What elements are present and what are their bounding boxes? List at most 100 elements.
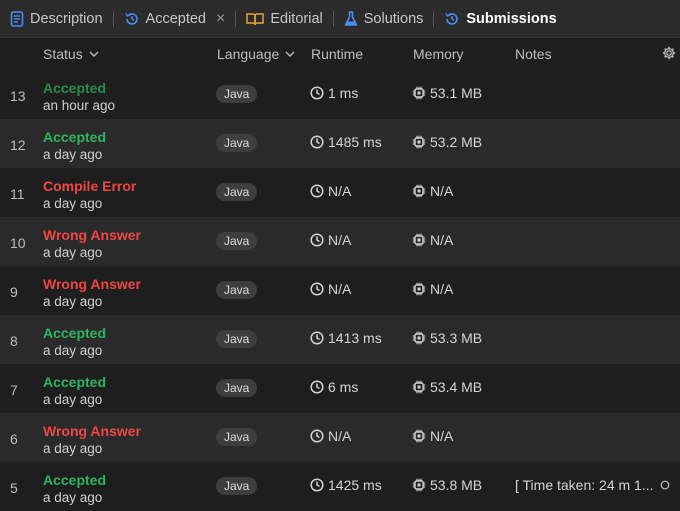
runtime-value: N/A [328, 428, 352, 444]
chevron-down-icon [285, 51, 295, 57]
tab-editorial[interactable]: Editorial [246, 0, 323, 37]
status-link[interactable]: Wrong Answer [43, 276, 141, 292]
runtime-cell: 6 ms [310, 379, 358, 395]
runtime-header-label: Runtime [311, 46, 364, 62]
submission-number: 13 [10, 88, 26, 104]
clock-icon [310, 135, 324, 149]
submission-time: a day ago [43, 196, 103, 211]
submission-time: a day ago [43, 490, 103, 505]
tab-accepted[interactable]: Accepted × [124, 0, 225, 37]
close-icon[interactable]: × [216, 10, 225, 28]
chip-icon [412, 282, 426, 296]
memory-value: N/A [430, 183, 454, 199]
runtime-cell: N/A [310, 281, 351, 297]
memory-cell: N/A [412, 183, 453, 199]
memory-cell: 53.1 MB [412, 85, 482, 101]
runtime-cell: 1425 ms [310, 477, 382, 493]
table-header: Status Language Runtime Memory Notes [0, 38, 680, 70]
status-link[interactable]: Accepted [43, 80, 106, 96]
chip-icon [412, 135, 426, 149]
gear-icon [662, 46, 676, 60]
status-column-header[interactable]: Status [43, 38, 99, 70]
runtime-cell: 1413 ms [310, 330, 382, 346]
clock-icon [310, 86, 324, 100]
tab-submissions[interactable]: Submissions [444, 0, 557, 37]
tab-submissions-label: Submissions [466, 10, 557, 27]
runtime-value: N/A [328, 232, 352, 248]
submission-number: 6 [10, 431, 18, 447]
language-column-header[interactable]: Language [217, 38, 295, 70]
status-link[interactable]: Accepted [43, 325, 106, 341]
chip-icon [412, 429, 426, 443]
language-badge: Java [216, 330, 258, 348]
submission-time: a day ago [43, 245, 103, 260]
chip-icon [412, 184, 426, 198]
status-link[interactable]: Wrong Answer [43, 227, 141, 243]
language-badge: Java [216, 477, 258, 495]
table-row[interactable]: 5 Accepted a day ago Java 1425 ms 53.8 M… [0, 462, 680, 511]
memory-value: 53.3 MB [430, 330, 483, 346]
status-link[interactable]: Compile Error [43, 178, 136, 194]
notes-column-header: Notes [515, 38, 552, 70]
status-link[interactable]: Accepted [43, 129, 106, 145]
runtime-cell: N/A [310, 232, 351, 248]
runtime-value: N/A [328, 183, 352, 199]
history-icon [124, 12, 138, 25]
runtime-column-header: Runtime [311, 38, 363, 70]
table-row[interactable]: 8 Accepted a day ago Java 1413 ms 53.3 M… [0, 315, 680, 364]
submissions-table-body: 13 Accepted an hour ago Java 1 ms 53.1 M… [0, 70, 680, 511]
book-icon [246, 12, 265, 25]
history-icon [445, 12, 459, 25]
language-badge: Java [216, 85, 258, 103]
language-badge: Java [216, 379, 258, 397]
chip-icon [412, 86, 426, 100]
status-link[interactable]: Accepted [43, 472, 106, 488]
clock-icon [310, 380, 324, 394]
chip-icon [412, 233, 426, 247]
memory-value: 53.1 MB [430, 85, 483, 101]
submission-time: a day ago [43, 392, 103, 407]
table-row[interactable]: 7 Accepted a day ago Java 6 ms 53.4 MB [0, 364, 680, 413]
table-row[interactable]: 6 Wrong Answer a day ago Java N/A N/A [0, 413, 680, 462]
table-row[interactable]: 13 Accepted an hour ago Java 1 ms 53.1 M… [0, 70, 680, 119]
language-badge: Java [216, 183, 258, 201]
notes-cell[interactable]: [ Time taken: 24 m 1... [515, 477, 670, 493]
status-link[interactable]: Wrong Answer [43, 423, 141, 439]
submission-time: a day ago [43, 343, 103, 358]
memory-column-header: Memory [413, 38, 464, 70]
flask-icon [344, 10, 358, 26]
note-text: [ Time taken: 24 m 1... [515, 477, 654, 493]
memory-value: N/A [430, 281, 454, 297]
chip-icon [412, 380, 426, 394]
settings-button[interactable] [662, 46, 676, 63]
runtime-value: 1485 ms [328, 134, 382, 150]
memory-cell: 53.8 MB [412, 477, 482, 493]
table-row[interactable]: 10 Wrong Answer a day ago Java N/A N/A [0, 217, 680, 266]
table-row[interactable]: 11 Compile Error a day ago Java N/A N/A [0, 168, 680, 217]
status-header-label: Status [43, 46, 83, 62]
chip-icon [412, 478, 426, 492]
table-row[interactable]: 9 Wrong Answer a day ago Java N/A N/A [0, 266, 680, 315]
table-row[interactable]: 12 Accepted a day ago Java 1485 ms 53.2 … [0, 119, 680, 168]
tab-divider [433, 10, 435, 27]
memory-value: 53.8 MB [430, 477, 483, 493]
submission-number: 11 [10, 186, 25, 202]
submission-number: 9 [10, 284, 18, 300]
memory-value: 53.4 MB [430, 379, 483, 395]
submission-time: an hour ago [43, 98, 116, 113]
status-link[interactable]: Accepted [43, 374, 106, 390]
tab-solutions[interactable]: Solutions [344, 0, 424, 37]
language-badge: Java [216, 281, 258, 299]
tab-divider [112, 10, 114, 27]
memory-header-label: Memory [413, 46, 464, 62]
submission-time: a day ago [43, 441, 103, 456]
submission-number: 10 [10, 235, 26, 251]
runtime-value: 1 ms [328, 85, 359, 101]
chevron-down-icon [89, 51, 99, 57]
tab-solutions-label: Solutions [363, 10, 424, 27]
memory-cell: N/A [412, 428, 453, 444]
runtime-value: N/A [328, 281, 352, 297]
tab-description[interactable]: Description [10, 0, 103, 37]
tab-bar: Description Accepted × Editorial Solutio… [0, 0, 680, 38]
language-badge: Java [216, 134, 258, 152]
